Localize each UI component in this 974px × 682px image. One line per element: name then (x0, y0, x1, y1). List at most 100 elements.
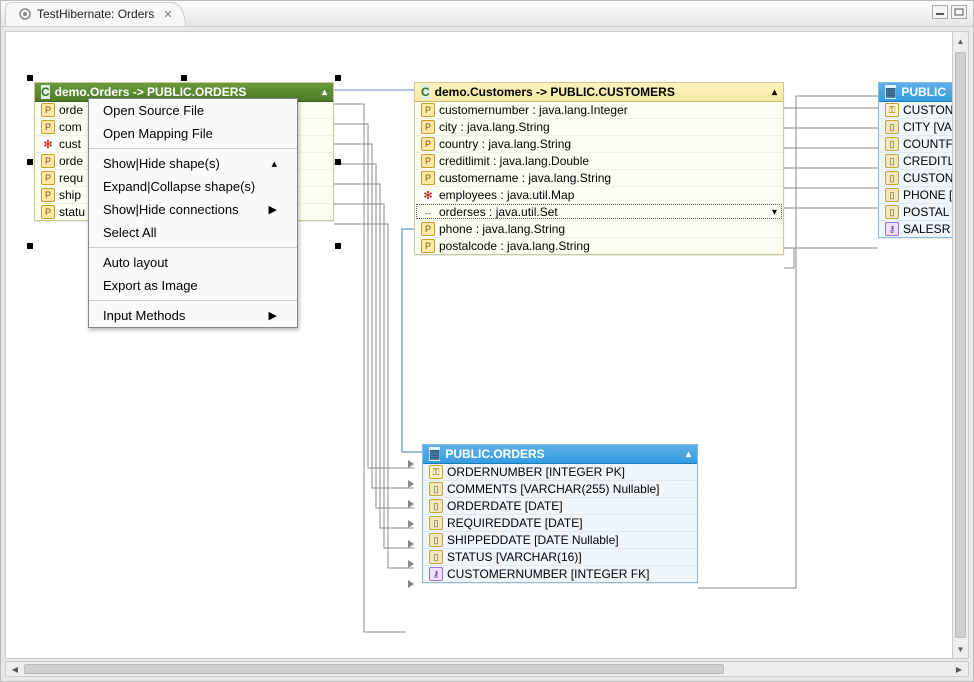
field-label: ORDERNUMBER [INTEGER PK] (447, 465, 625, 479)
field-label: COUNTF (903, 137, 953, 151)
field-row[interactable]: Pcustomernumber : java.lang.Integer (415, 102, 783, 118)
scroll-right-icon[interactable]: ▶ (952, 662, 966, 676)
field-row[interactable]: Pcountry : java.lang.String (415, 135, 783, 152)
menu-auto-layout[interactable]: Auto layout (89, 251, 297, 274)
scroll-up-icon[interactable]: ▲ (953, 34, 968, 48)
field-label: customername : java.lang.String (439, 171, 611, 185)
field-label: cust (59, 137, 81, 151)
field-label: SHIPPEDDATE [DATE Nullable] (447, 533, 619, 547)
field-label: CITY [VA (903, 120, 952, 134)
entity-demo-customers[interactable]: C demo.Customers -> PUBLIC.CUSTOMERS ▴ P… (414, 82, 784, 255)
minimize-button[interactable] (932, 5, 948, 19)
close-icon[interactable]: ✕ (163, 8, 172, 21)
field-label: requ (59, 171, 83, 185)
menu-open-source[interactable]: Open Source File (89, 99, 297, 122)
field-label: COMMENTS [VARCHAR(255) Nullable] (447, 482, 660, 496)
field-row[interactable]: Pcity : java.lang.String (415, 118, 783, 135)
field-row[interactable]: ▯ORDERDATE [DATE] (423, 497, 697, 514)
field-label: employees : java.util.Map (439, 188, 574, 202)
field-label: REQUIREDDATE [DATE] (447, 516, 583, 530)
tab-title: TestHibernate: Orders (37, 7, 154, 21)
field-label: CUSTON (903, 103, 953, 117)
class-icon: C (41, 85, 50, 99)
scroll-thumb[interactable] (24, 664, 724, 674)
field-row[interactable]: ▯ COMMENTS [VARCHAR(255) Nullable] (423, 480, 697, 497)
maximize-button[interactable] (951, 5, 967, 19)
menu-open-mapping[interactable]: Open Mapping File (89, 122, 297, 145)
field-row[interactable]: Pcreditlimit : java.lang.Double (415, 152, 783, 169)
column-icon: ▯ (429, 499, 443, 513)
chevron-up-icon[interactable]: ▴ (686, 449, 691, 460)
field-label: postalcode : java.lang.String (439, 239, 590, 253)
field-label: phone : java.lang.String (439, 222, 565, 236)
chevron-up-icon[interactable]: ▴ (772, 87, 777, 98)
entity-header[interactable]: C demo.Customers -> PUBLIC.CUSTOMERS ▴ (415, 83, 783, 102)
menu-separator (89, 247, 297, 248)
scroll-down-icon[interactable]: ▼ (953, 642, 968, 656)
property-icon: P (421, 120, 435, 134)
column-icon: ▯ (885, 171, 899, 185)
field-label: customernumber : java.lang.Integer (439, 103, 628, 117)
context-menu: Open Source File Open Mapping File Show|… (88, 98, 298, 328)
field-label: ship (59, 188, 81, 202)
field-row[interactable]: ↔ orderses : java.util.Set ▾ (415, 203, 783, 220)
titlebar: TestHibernate: Orders ✕ (1, 1, 973, 27)
menu-show-hide-shape[interactable]: Show|Hide shape(s)▴ (89, 152, 297, 175)
chevron-up-icon: ▴ (271, 157, 277, 170)
column-icon: ▯ (885, 154, 899, 168)
field-label: orderses : java.util.Set (439, 205, 558, 219)
horizontal-scrollbar[interactable]: ◀ ▶ (5, 661, 969, 677)
fk-icon: ⚷ (429, 567, 443, 581)
column-icon: ▯ (885, 120, 899, 134)
relation-icon: ↔ (421, 205, 435, 219)
field-label: com (59, 120, 82, 134)
property-icon: P (41, 188, 55, 202)
menu-separator (89, 300, 297, 301)
chevron-up-icon[interactable]: ▴ (322, 87, 327, 98)
menu-show-hide-conn[interactable]: Show|Hide connections▶ (89, 198, 297, 221)
menu-expand-collapse[interactable]: Expand|Collapse shape(s) (89, 175, 297, 198)
field-row[interactable]: ▯STATUS [VARCHAR(16)] (423, 548, 697, 565)
scroll-left-icon[interactable]: ◀ (8, 662, 22, 676)
field-row[interactable]: Ppostalcode : java.lang.String (415, 237, 783, 254)
property-icon: P (41, 154, 55, 168)
entity-header[interactable]: ▦ PUBLIC.ORDERS ▴ (423, 445, 697, 464)
field-row[interactable]: ▯REQUIREDDATE [DATE] (423, 514, 697, 531)
property-icon: P (41, 205, 55, 219)
column-icon: ▯ (429, 550, 443, 564)
field-row[interactable]: ✻ employees : java.util.Map (415, 186, 783, 203)
association-icon: ✻ (421, 188, 435, 202)
field-label: PHONE [ (903, 188, 952, 202)
diagram-canvas[interactable]: C demo.Orders -> PUBLIC.ORDERS ▴ PordePc… (5, 31, 969, 659)
scroll-thumb[interactable] (955, 52, 966, 638)
property-icon: P (421, 222, 435, 236)
field-row[interactable]: ⚷CUSTOMERNUMBER [INTEGER FK] (423, 565, 697, 582)
field-row[interactable]: ▯SHIPPEDDATE [DATE Nullable] (423, 531, 697, 548)
property-icon: P (421, 137, 435, 151)
pk-icon: ⚿ (429, 465, 443, 479)
column-icon: ▯ (885, 205, 899, 219)
field-label: CUSTON (903, 171, 953, 185)
menu-input-methods[interactable]: Input Methods▶ (89, 304, 297, 327)
property-icon: P (421, 239, 435, 253)
field-label: creditlimit : java.lang.Double (439, 154, 589, 168)
menu-select-all[interactable]: Select All (89, 221, 297, 244)
column-icon: ▯ (429, 482, 443, 496)
field-row[interactable]: ⚿ ORDERNUMBER [INTEGER PK] (423, 464, 697, 480)
window: TestHibernate: Orders ✕ (0, 0, 974, 682)
class-icon: C (421, 85, 430, 99)
field-row[interactable]: Pcustomername : java.lang.String (415, 169, 783, 186)
field-label: POSTAL (903, 205, 949, 219)
chevron-right-icon: ▶ (269, 203, 277, 216)
entity-public-orders[interactable]: ▦ PUBLIC.ORDERS ▴ ⚿ ORDERNUMBER [INTEGER … (422, 444, 698, 583)
table-icon: ▦ (885, 85, 896, 99)
field-row[interactable]: Pphone : java.lang.String (415, 220, 783, 237)
vertical-scrollbar[interactable]: ▲ ▼ (952, 32, 968, 658)
menu-export-image[interactable]: Export as Image (89, 274, 297, 297)
chevron-right-icon: ▶ (269, 309, 277, 322)
property-icon: P (421, 154, 435, 168)
table-icon: ▦ (429, 447, 440, 461)
editor-tab[interactable]: TestHibernate: Orders ✕ (5, 2, 186, 26)
chevron-down-icon[interactable]: ▾ (772, 207, 777, 218)
field-label: city : java.lang.String (439, 120, 550, 134)
